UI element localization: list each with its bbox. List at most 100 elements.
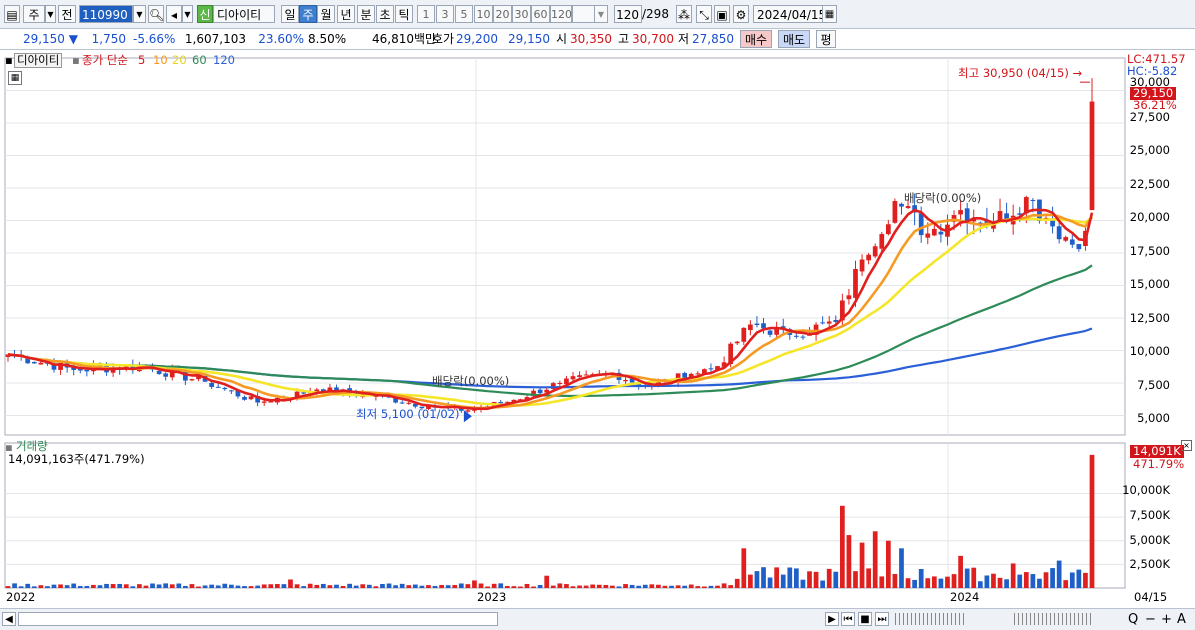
- save-icon[interactable]: ▣: [714, 5, 730, 23]
- price-tick-label: 12,500: [1129, 311, 1170, 325]
- volume-bar: [813, 571, 819, 588]
- crosshair-icon[interactable]: ⤡: [696, 5, 712, 23]
- volume-bar: [307, 583, 313, 588]
- volume-bar: [1004, 579, 1009, 588]
- magnifier-icon[interactable]: Q: [1128, 613, 1138, 626]
- x-tick-label: 2023: [477, 590, 507, 604]
- scroll-thumb[interactable]: [18, 612, 498, 626]
- dividend-annotation: 배당락(0.00%): [904, 191, 982, 205]
- close-icon[interactable]: ×: [1181, 440, 1192, 451]
- open-price: 30,350: [570, 32, 612, 46]
- price-panel-frame: [4, 57, 1126, 436]
- candle-body: [222, 387, 228, 390]
- tab-month[interactable]: 월: [317, 5, 335, 23]
- candle-body: [215, 386, 221, 388]
- volume-bar: [242, 586, 247, 588]
- legend-bullet-icon: ▪: [72, 53, 80, 67]
- volume-tick-label: 7,500K: [1129, 508, 1170, 522]
- layout-icon[interactable]: ▤: [4, 5, 20, 23]
- period-select[interactable]: 주: [23, 5, 45, 23]
- last-icon[interactable]: ⏭: [875, 612, 889, 626]
- interval-button[interactable]: 60: [531, 5, 550, 23]
- gear-icon[interactable]: ⚙: [733, 5, 749, 23]
- interval-button[interactable]: 1: [417, 5, 435, 23]
- interval-button[interactable]: 30: [512, 5, 531, 23]
- volume-bar: [839, 505, 845, 588]
- volume-bar: [846, 535, 852, 588]
- chart-scrollbar[interactable]: ◀ ▶ ⏮ ■ ⏭ Q − + A: [0, 608, 1195, 630]
- candle-body: [846, 295, 852, 300]
- interval-button[interactable]: 20: [493, 5, 512, 23]
- interval-label: 5: [460, 8, 468, 21]
- volume-bar: [866, 568, 871, 588]
- volume-bar: [1089, 454, 1095, 588]
- buy-button[interactable]: 매수: [740, 30, 772, 48]
- trade-volume: 1,607,103: [184, 32, 246, 46]
- search-icon[interactable]: 🔍︎: [148, 5, 164, 23]
- chevron-down-icon[interactable]: ▼: [594, 5, 608, 23]
- date-input[interactable]: 2024/04/15: [753, 5, 827, 23]
- volume-bar: [229, 584, 234, 588]
- candle-body: [800, 336, 806, 338]
- candle-body: [905, 206, 911, 209]
- price-panel-name[interactable]: 디아이티: [14, 53, 63, 68]
- volume-bar: [1076, 569, 1082, 588]
- volume-bar: [38, 585, 44, 588]
- chart-area[interactable]: ▪ 디아이티 ▪ 종가 단순 5 10 20 60 120 ▦ LC:471.5…: [0, 50, 1195, 629]
- ma20-legend: 20: [172, 53, 187, 67]
- interval-button[interactable]: 3: [436, 5, 454, 23]
- speaker-icon[interactable]: ◂: [166, 5, 182, 23]
- volume-bar: [793, 568, 799, 588]
- stop-icon[interactable]: ■: [858, 612, 872, 626]
- volume-bar: [478, 583, 484, 588]
- tab-year[interactable]: 년: [337, 5, 355, 23]
- binoculars-icon[interactable]: ⁂: [676, 5, 692, 23]
- interval-button[interactable]: 10: [474, 5, 493, 23]
- volume-bar: [531, 586, 536, 588]
- stock-code-input[interactable]: 110990: [79, 5, 133, 23]
- chart-canvas[interactable]: [0, 50, 1195, 608]
- chevron-down-icon[interactable]: ▼: [182, 5, 193, 23]
- bid-price: 29,150: [508, 32, 550, 46]
- trade-amount: 46,810: [372, 32, 414, 46]
- total-count-value: /298: [642, 7, 669, 21]
- volume-bar: [859, 542, 865, 588]
- volume-bar: [458, 583, 464, 588]
- date-value: 2024/04/15: [757, 8, 827, 22]
- prev-button[interactable]: 전: [58, 5, 76, 23]
- volume-bar: [130, 586, 136, 588]
- table-icon[interactable]: ▦: [8, 71, 22, 85]
- chevron-down-icon[interactable]: ▼: [45, 5, 56, 23]
- zoom-in-icon[interactable]: +: [1161, 613, 1172, 626]
- auto-scale-icon[interactable]: A: [1177, 613, 1186, 626]
- scroll-left-arrow[interactable]: ◀: [2, 612, 16, 626]
- sell-button[interactable]: 매도: [778, 30, 810, 48]
- avg-button[interactable]: 평: [816, 30, 836, 48]
- candle-body: [767, 330, 773, 335]
- volume-bar: [248, 586, 254, 588]
- stock-name-field[interactable]: 디아이티: [213, 5, 275, 23]
- count-input[interactable]: 120: [614, 5, 642, 23]
- tab-minute[interactable]: 분: [357, 5, 375, 23]
- volume-bar: [997, 577, 1003, 588]
- zoom-slider[interactable]: [895, 613, 965, 625]
- volume-bar: [18, 586, 24, 588]
- tab-day[interactable]: 일: [281, 5, 299, 23]
- interval-button[interactable]: 5: [455, 5, 473, 23]
- price-tick-label: 7,500: [1137, 378, 1170, 392]
- volume-bar: [393, 585, 398, 588]
- ratio-percent: 8.50%: [308, 32, 347, 46]
- interval-button[interactable]: 120: [550, 5, 572, 23]
- volume-bar: [314, 584, 320, 588]
- chevron-down-icon[interactable]: ▼: [133, 5, 146, 23]
- zoom-out-icon[interactable]: −: [1145, 613, 1156, 626]
- scroll-right-arrow[interactable]: ▶: [825, 612, 839, 626]
- tab-tick[interactable]: 틱: [395, 5, 413, 23]
- tab-second[interactable]: 초: [376, 5, 394, 23]
- volume-bar: [117, 583, 123, 588]
- tab-week[interactable]: 주: [299, 5, 317, 23]
- first-icon[interactable]: ⏮: [841, 612, 855, 626]
- calendar-icon[interactable]: ▦: [822, 5, 837, 23]
- range-slider[interactable]: [1014, 613, 1094, 625]
- candle-body: [268, 401, 274, 403]
